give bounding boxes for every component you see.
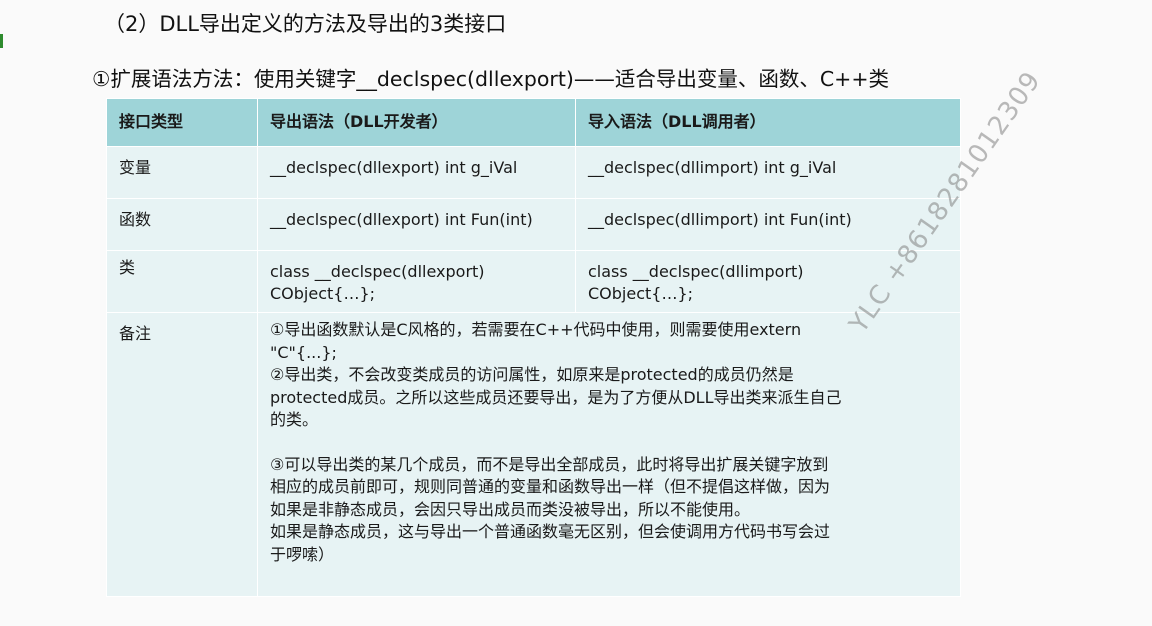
code-line: __declspec(dllexport) int g_iVal [270,158,518,177]
note-line: "C"{...}; [270,342,337,362]
cell-type: 变量 [106,146,258,199]
note-line: protected成员。之所以这些成员还要导出，是为了方便从DLL导出类来派生自… [270,387,842,407]
table-row-function: 函数 __declspec(dllexport) int Fun(int) __… [106,198,961,251]
table-header-row: 接口类型 导出语法（DLL开发者） 导入语法（DLL调用者） [106,98,961,147]
code-line: class __declspec(dllexport) [270,262,485,281]
note-line: 如果是静态成员，这与导出一个普通函数毫无区别，但会使调用方代码书写会过 [270,522,831,541]
header-import-syntax: 导入语法（DLL调用者） [575,98,961,147]
note-spacer [270,432,946,454]
cell-import: __declspec(dllimport) int g_iVal [575,146,961,199]
note-line: 的类。 [270,410,319,429]
code-line: CObject{…}; [270,284,376,303]
header-interface-type: 接口类型 [106,98,258,147]
slide-heading: （2）DLL导出定义的方法及导出的3类接口 [104,12,507,36]
code-line: __declspec(dllexport) int Fun(int) [270,210,533,229]
table-row-class: 类 class __declspec(dllexport) CObject{…}… [106,250,961,313]
slide-subheading: ①扩展语法方法：使用关键字__declspec(dllexport)——适合导出… [92,67,890,91]
table-row-variable: 变量 __declspec(dllexport) int g_iVal __de… [106,146,961,199]
header-export-syntax: 导出语法（DLL开发者） [257,98,576,147]
cell-export: class __declspec(dllexport) CObject{…}; [257,250,576,313]
note-line: ③可以导出类的某几个成员，而不是导出全部成员，此时将导出扩展关键字放到 [270,454,829,474]
note-line: 相应的成员前即可，规则同普通的变量和函数导出一样（但不提倡这样做，因为 [270,477,831,496]
table-row-notes: 备注 ①导出函数默认是C风格的，若需要在C++代码中使用，则需要使用extern… [106,312,961,597]
dll-export-table: 接口类型 导出语法（DLL开发者） 导入语法（DLL调用者） 变量 __decl… [106,98,961,597]
cell-type: 函数 [106,198,258,251]
note-line: 如果是非静态成员，会因只导出成员而类没被导出，所以不能使用。 [270,499,751,519]
cell-export: __declspec(dllexport) int g_iVal [257,146,576,199]
slide-edge-accent [0,34,3,48]
note-line: ②导出类，不会改变类成员的访问属性，如原来是protected的成员仍然是 [270,365,794,384]
notes-text: ①导出函数默认是C风格的，若需要在C++代码中使用，则需要使用extern "C… [258,313,960,566]
code-line: __declspec(dllimport) int Fun(int) [588,210,852,229]
cell-export: __declspec(dllexport) int Fun(int) [257,198,576,251]
note-line: 于啰嗦） [270,544,335,564]
cell-notes: ①导出函数默认是C风格的，若需要在C++代码中使用，则需要使用extern "C… [257,312,961,597]
cell-notes-label: 备注 [106,312,258,597]
code-line: __declspec(dllimport) int g_iVal [588,158,837,177]
cell-type: 类 [106,250,258,313]
